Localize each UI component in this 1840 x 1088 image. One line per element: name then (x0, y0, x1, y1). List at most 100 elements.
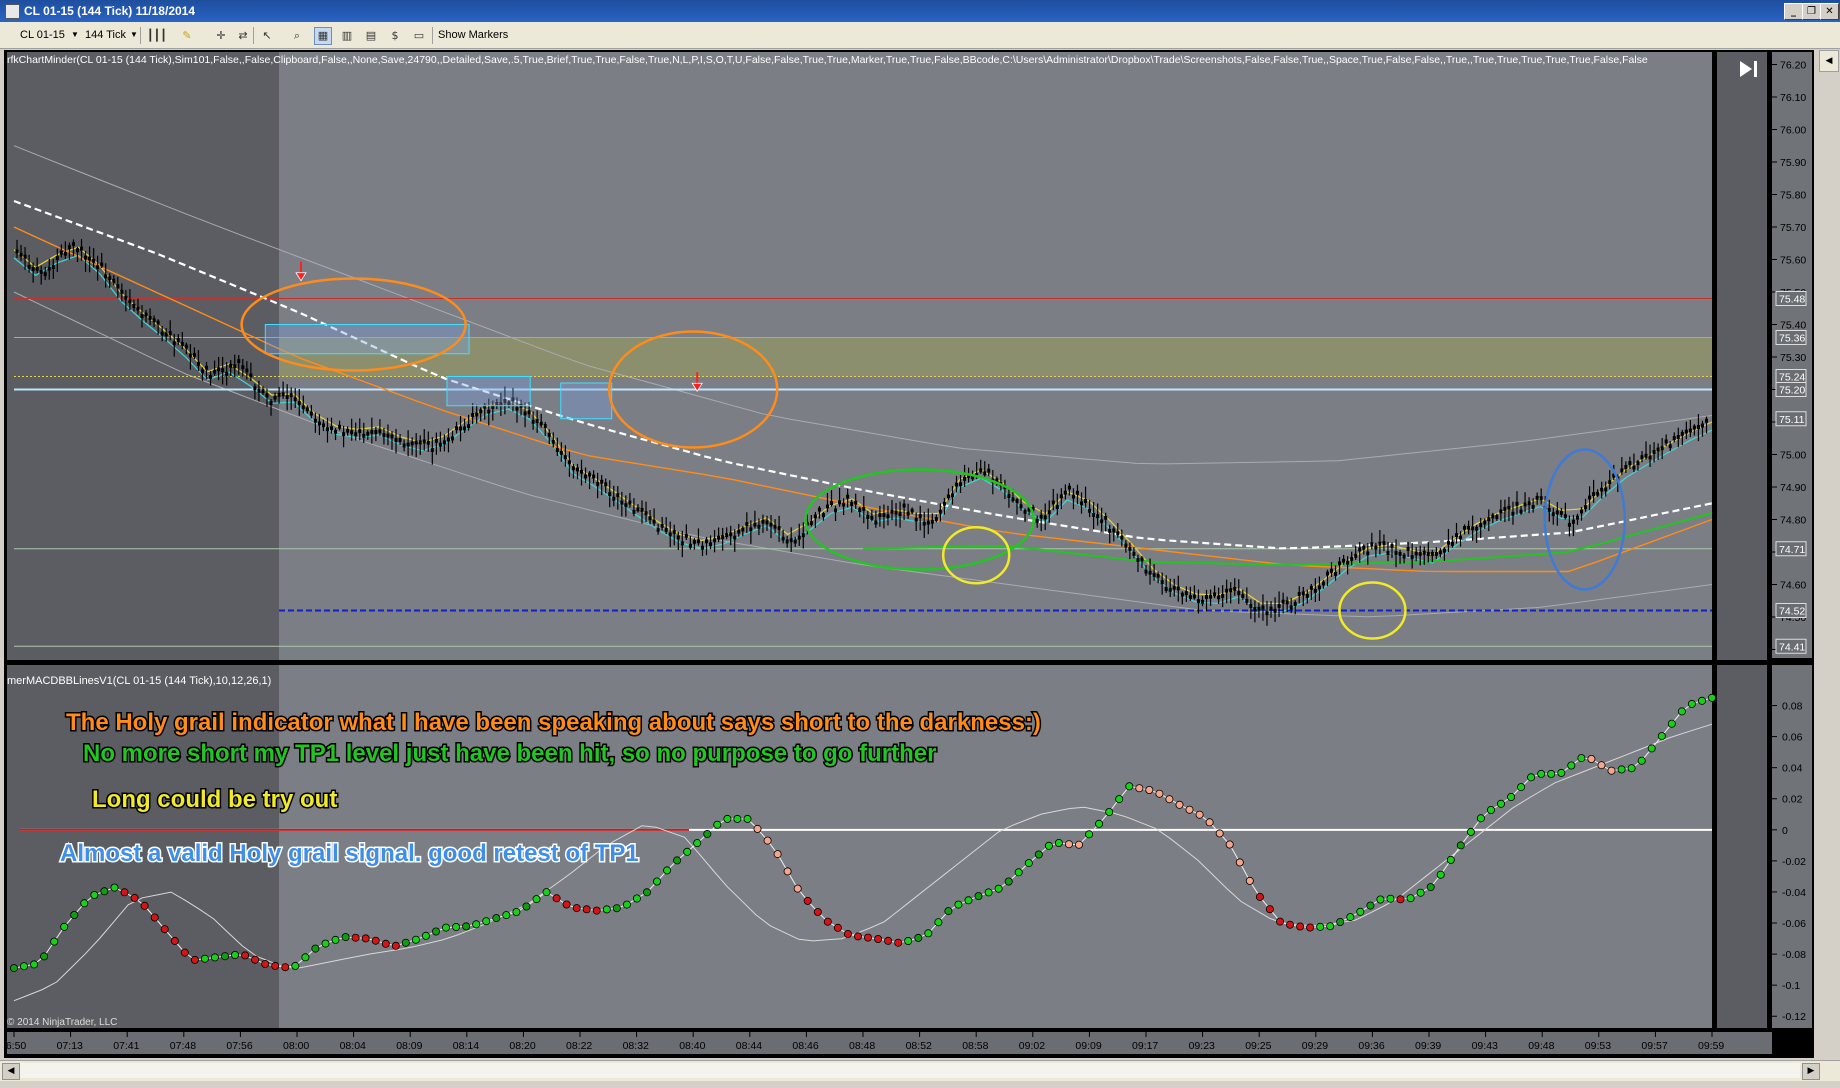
candle-body (741, 527, 745, 532)
horizontal-scrollbar[interactable]: ◀ ▶ (0, 1060, 1840, 1081)
macd-dot (130, 893, 139, 902)
candle-body (725, 533, 729, 538)
candle-body (648, 516, 652, 521)
candle-body (358, 429, 362, 434)
scroll-right-icon[interactable]: ▶ (1802, 1063, 1820, 1080)
data-box-icon[interactable]: ▦ (314, 27, 332, 45)
candle-body (1075, 490, 1079, 495)
candle-body (338, 424, 342, 429)
macd-dot (1487, 806, 1496, 815)
candle-body (1624, 465, 1628, 469)
candle-body (1519, 509, 1523, 514)
interval-dropdown-icon[interactable]: ▼ (130, 26, 138, 44)
interval-select[interactable]: 144 Tick (85, 26, 126, 44)
properties-icon[interactable]: ▤ (362, 27, 380, 45)
candle-body (926, 520, 930, 525)
candle-body (1321, 581, 1325, 586)
close-button[interactable]: ✕ (1820, 3, 1839, 20)
candle-body (1511, 511, 1515, 516)
retest-box (446, 376, 531, 407)
time-tick-label: 09:23 (1189, 1040, 1215, 1052)
scroll-left-icon[interactable]: ◀ (2, 1063, 20, 1080)
candle-body (769, 522, 773, 527)
macd-dot (974, 892, 983, 901)
macd-dot (713, 820, 722, 829)
macd-dot (1466, 827, 1475, 836)
scroll-track[interactable] (20, 1063, 1800, 1078)
strategy-icon[interactable]: ▭ (410, 27, 428, 45)
candle-body (362, 433, 366, 438)
macd-dot (663, 866, 672, 875)
candle-body (19, 252, 23, 257)
candle-body (184, 344, 188, 349)
candle-body (1245, 598, 1249, 603)
show-markers-button[interactable]: Show Markers (438, 26, 508, 44)
chart-trader-icon[interactable]: ▥ (338, 27, 356, 45)
window-title-bar[interactable]: CL 01-15 (144 Tick) 11/18/2014 _ ❐ ✕ (0, 0, 1840, 22)
macd-dot (40, 952, 49, 961)
time-tick-label: 08:22 (566, 1040, 592, 1052)
candle-body (515, 406, 519, 411)
candle-body (257, 388, 261, 393)
candle-body (301, 405, 305, 410)
candle-body (821, 513, 825, 518)
candle-body (1305, 593, 1309, 598)
candle-body (987, 468, 991, 473)
macd-dot (1637, 756, 1646, 765)
candle-body (1325, 571, 1329, 576)
macd-dot (1225, 840, 1234, 849)
candle-body (1092, 512, 1096, 517)
candle-body (1705, 418, 1709, 423)
zoom-icon[interactable]: ⌕ (288, 27, 306, 45)
pointer-icon[interactable]: ↖ (258, 27, 276, 45)
crosshair-icon[interactable]: ✛ (212, 27, 230, 45)
scroll-icon[interactable]: ⇄ (234, 27, 252, 45)
candle-body (890, 509, 894, 514)
macd-dot (894, 938, 903, 947)
macd-dot (1185, 805, 1194, 814)
instrument-select[interactable]: CL 01-15 (20, 26, 65, 44)
candle-body (660, 523, 664, 528)
macd-dot (1698, 696, 1707, 705)
candle-body (1273, 608, 1277, 613)
time-tick-label: 08:40 (679, 1040, 705, 1052)
macd-dot (1004, 877, 1013, 886)
candle-body (664, 527, 668, 532)
bar-style-icon[interactable]: ┃┃┃ (146, 27, 167, 45)
candle-body (374, 430, 378, 434)
macd-dot (783, 867, 792, 876)
macd-dot (60, 922, 69, 931)
restore-button[interactable]: ❐ (1802, 3, 1821, 20)
macd-dot (1165, 795, 1174, 804)
minimize-button[interactable]: _ (1784, 3, 1803, 20)
chart-canvas[interactable]: 76.2076.1076.0075.9075.8075.7075.6075.50… (4, 50, 1814, 1058)
macd-dot (1125, 782, 1134, 791)
candle-body (1680, 431, 1684, 436)
macd-dot (492, 914, 501, 923)
candle-body (442, 440, 446, 445)
price-level-tag: 75.36 (1779, 333, 1805, 345)
candle-body (830, 501, 834, 506)
panel-collapse-icon[interactable]: ◀ (1819, 50, 1839, 72)
candle-body (1463, 525, 1467, 530)
macd-dot (421, 931, 430, 940)
price-tick-label: 75.90 (1780, 157, 1806, 169)
macd-dot (261, 960, 270, 969)
indicators-icon[interactable]: $ (386, 27, 404, 45)
draw-pencil-icon[interactable]: ✎ (178, 27, 196, 45)
candle-body (455, 426, 459, 431)
candle-body (1209, 594, 1213, 599)
macd-dot (1406, 894, 1415, 903)
candle-body (1479, 523, 1483, 528)
candle-body (1600, 487, 1604, 492)
instrument-dropdown-icon[interactable]: ▼ (71, 26, 79, 44)
price-tick-label: 76.20 (1780, 60, 1806, 72)
candle-body (922, 521, 926, 526)
macd-dot (321, 939, 330, 948)
candle-body (1285, 600, 1289, 605)
candle-body (785, 539, 789, 544)
candle-body (1696, 425, 1700, 430)
candle-body (1523, 502, 1527, 507)
candle-body (1398, 552, 1402, 556)
candle-body (781, 536, 785, 541)
